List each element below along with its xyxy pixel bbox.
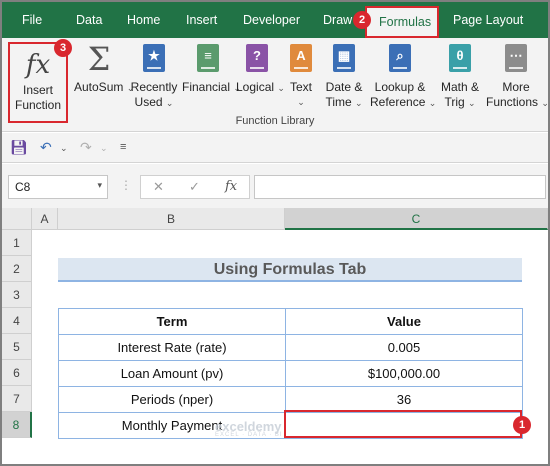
lookup-label-1: Lookup & [374,80,426,94]
column-header-a[interactable]: A [32,208,58,230]
theta-book-icon: θ [447,44,473,74]
term-cell[interactable]: Periods (nper) [58,386,286,413]
date-time-button[interactable]: ▦ Date & Time ⌄ [324,42,364,111]
math-trig-label-1: Math & [440,80,479,94]
formula-bar: C8 ▾ ⋮ ✕ ✓ fx [2,164,548,208]
step-badge-1: 1 [513,416,531,434]
value-cell[interactable]: $100,000.00 [285,360,523,387]
date-time-label-2: Time ⌄ [325,95,363,109]
recently-used-label-2: Used ⌄ [134,95,174,109]
select-all-corner[interactable] [2,208,32,230]
row-header-8[interactable]: 8 [2,412,32,438]
logical-label: Logical ⌄ [236,80,285,94]
more-functions-label-1: More [502,80,530,94]
lookup-reference-button[interactable]: ⌕ Lookup & Reference ⌄ [370,42,437,111]
recently-used-label-1: Recently [130,80,178,94]
row-header-1[interactable]: 1 [2,230,32,256]
coins-book-icon: ≡ [195,44,221,74]
table-header-row: Term Value [58,308,523,335]
sheet-title: Using Formulas Tab [58,258,522,282]
cancel-icon[interactable]: ✕ [153,179,164,195]
save-icon[interactable]: 💾︎ [10,139,28,156]
row-header-2[interactable]: 2 [2,256,32,282]
function-library-group-label: Function Library [235,115,315,127]
calendar-book-icon: ▦ [331,44,357,74]
text-button[interactable]: A Text ⌄ [286,42,316,110]
autosum-button[interactable]: Σ AutoSum ⌄ [74,40,135,96]
ribbon: fx Insert Function Σ AutoSum ⌄ ★ Recentl… [2,38,548,132]
redo-icon[interactable]: ↷ [80,139,92,156]
tab-file[interactable]: File [22,2,42,38]
row-header-4[interactable]: 4 [2,308,32,334]
formula-input[interactable] [254,175,546,199]
column-header-c[interactable]: C [285,208,548,230]
watermark-tagline: EXCEL · DATA · BI [215,432,283,438]
term-cell[interactable]: Interest Rate (rate) [58,334,286,361]
value-cell[interactable]: 36 [285,386,523,413]
tab-formulas[interactable]: Formulas [365,6,439,38]
tab-developer[interactable]: Developer [243,2,300,38]
table-row: Periods (nper) 36 [58,386,523,413]
step-badge-2: 2 [353,11,371,29]
text-book-icon: A [288,44,314,74]
tab-insert[interactable]: Insert [186,2,217,38]
formula-buttons: ✕ ✓ fx [140,175,250,199]
financial-label: Financial ⌄ [182,80,241,94]
row-header-6[interactable]: 6 [2,360,32,386]
formula-bar-splitter-icon[interactable]: ⋮ [120,178,132,192]
text-chevron-icon: ⌄ [297,97,305,107]
enter-icon[interactable]: ✓ [189,179,200,195]
excel-window: File Data Home Insert Developer Draw For… [0,0,550,466]
more-functions-icon: ⋯ [503,44,529,74]
more-functions-label-2: Functions ⌄ [486,95,549,109]
name-box-dropdown-icon[interactable]: ▾ [97,180,102,191]
table-row: Interest Rate (rate) 0.005 [58,334,523,361]
sigma-icon: Σ [87,40,111,78]
term-cell[interactable]: Loan Amount (pv) [58,360,286,387]
undo-icon[interactable]: ↶ [40,139,52,156]
lookup-label-2: Reference ⌄ [370,95,437,109]
text-label: Text [289,80,312,94]
recently-used-button[interactable]: ★ Recently Used ⌄ [128,42,180,111]
customize-qat-icon[interactable]: ≡ [120,141,126,153]
insert-function-fx-icon[interactable]: fx [225,179,237,194]
row-header-5[interactable]: 5 [2,334,32,360]
tab-draw[interactable]: Draw [323,2,352,38]
math-trig-button[interactable]: θ Math & Trig ⌄ [438,42,482,111]
tab-data[interactable]: Data [76,2,102,38]
math-trig-label-2: Trig ⌄ [444,95,476,109]
menu-bar: File Data Home Insert Developer Draw For… [2,2,548,38]
row-header-3[interactable]: 3 [2,282,32,308]
insert-function-label-2: Function [14,98,62,112]
tab-page-layout[interactable]: Page Layout [453,2,523,38]
search-book-icon: ⌕ [387,44,413,74]
financial-button[interactable]: ≡ Financial ⌄ [182,42,241,96]
more-functions-button[interactable]: ⋯ More Functions ⌄ [486,42,549,111]
name-box[interactable]: C8 ▾ [8,175,108,199]
logical-button[interactable]: ? Logical ⌄ [236,42,285,96]
row-header-7[interactable]: 7 [2,386,32,412]
column-header-b[interactable]: B [58,208,285,230]
autosum-label: AutoSum ⌄ [74,80,135,94]
date-time-label-1: Date & [325,80,363,94]
tab-home[interactable]: Home [127,2,160,38]
star-book-icon: ★ [141,44,167,74]
name-box-value: C8 [15,180,31,194]
value-cell[interactable]: 0.005 [285,334,523,361]
table-row: Loan Amount (pv) $100,000.00 [58,360,523,387]
selected-cell-c8[interactable] [284,410,522,438]
undo-dropdown-icon[interactable]: ⌄ [60,143,68,154]
step-badge-3: 3 [54,39,72,57]
redo-dropdown-icon[interactable]: ⌄ [100,143,108,154]
question-book-icon: ? [244,44,270,74]
header-value[interactable]: Value [285,308,523,335]
exceldemy-watermark: exceldemy EXCEL · DATA · BI [215,419,283,438]
insert-function-label-1: Insert [22,83,53,97]
quick-access-toolbar: 💾︎ ↶ ⌄ ↷ ⌄ ≡ [2,133,548,163]
header-term[interactable]: Term [58,308,286,335]
